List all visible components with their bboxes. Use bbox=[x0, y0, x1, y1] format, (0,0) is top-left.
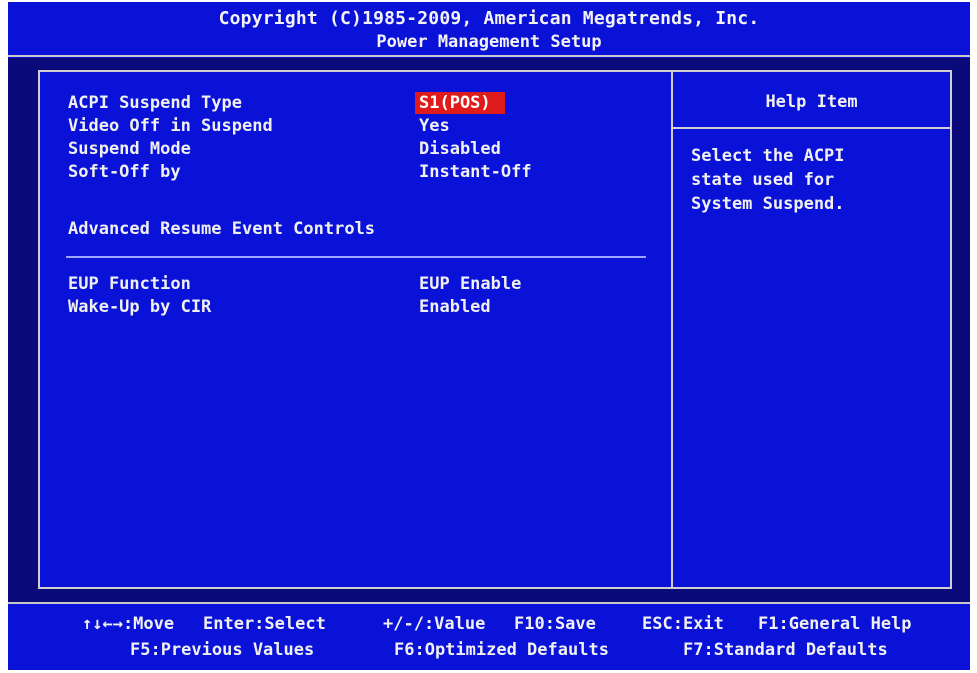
key-hint-save: F10:Save bbox=[514, 614, 596, 634]
help-pane: Help Item Select the ACPI state used for… bbox=[673, 72, 950, 587]
help-title: Help Item bbox=[765, 92, 858, 112]
header-bar: Copyright (C)1985-2009, American Megatre… bbox=[8, 2, 970, 58]
key-hint-general-help: F1:General Help bbox=[758, 614, 912, 634]
advanced-resume-event-controls[interactable]: Advanced Resume Event Controls bbox=[68, 218, 375, 240]
key-hint-value: +/-/:Value bbox=[383, 614, 486, 634]
setting-label: EUP Function bbox=[68, 274, 191, 294]
setting-row-video-off-in-suspend[interactable]: Video Off in Suspend Yes bbox=[40, 115, 671, 137]
setting-value-selected[interactable]: S1(POS) bbox=[415, 92, 505, 114]
setting-label: Wake-Up by CIR bbox=[68, 297, 212, 317]
header-divider bbox=[8, 55, 970, 57]
help-text: Select the ACPI state used for System Su… bbox=[691, 144, 845, 216]
setting-label: Suspend Mode bbox=[68, 139, 191, 159]
footer-divider bbox=[8, 602, 970, 604]
setting-value[interactable]: Disabled bbox=[415, 138, 505, 160]
section-divider bbox=[66, 256, 646, 258]
setting-row-soft-off-by[interactable]: Soft-Off by Instant-Off bbox=[40, 161, 671, 183]
help-divider bbox=[673, 127, 950, 129]
setting-value[interactable]: Yes bbox=[415, 115, 454, 137]
page-title: Power Management Setup bbox=[376, 32, 602, 52]
setting-row-wake-up-by-cir[interactable]: Wake-Up by CIR Enabled bbox=[40, 296, 671, 318]
copyright-text: Copyright (C)1985-2009, American Megatre… bbox=[218, 8, 760, 29]
setting-value[interactable]: Enabled bbox=[415, 296, 495, 318]
setting-value[interactable]: Instant-Off bbox=[415, 161, 536, 183]
setting-row-eup-function[interactable]: EUP Function EUP Enable bbox=[40, 273, 671, 295]
key-hint-exit: ESC:Exit bbox=[642, 614, 724, 634]
main-frame: ACPI Suspend Type S1(POS) Video Off in S… bbox=[38, 70, 952, 589]
setting-row-suspend-mode[interactable]: Suspend Mode Disabled bbox=[40, 138, 671, 160]
help-line: state used for bbox=[691, 170, 835, 190]
setting-row-acpi-suspend-type[interactable]: ACPI Suspend Type S1(POS) bbox=[40, 92, 671, 114]
setting-label: Video Off in Suspend bbox=[68, 116, 273, 136]
setting-value[interactable]: EUP Enable bbox=[415, 273, 525, 295]
key-hint-standard-defaults: F7:Standard Defaults bbox=[683, 640, 888, 660]
key-hint-previous-values: F5:Previous Values bbox=[130, 640, 315, 660]
key-hint-select: Enter:Select bbox=[203, 614, 326, 634]
settings-pane: ACPI Suspend Type S1(POS) Video Off in S… bbox=[40, 72, 671, 587]
key-hint-optimized-defaults: F6:Optimized Defaults bbox=[394, 640, 609, 660]
footer-bar: ↑↓←→:Move Enter:Select +/-/:Value F10:Sa… bbox=[8, 602, 970, 670]
help-line: Select the ACPI bbox=[691, 146, 845, 166]
help-line: System Suspend. bbox=[691, 194, 845, 214]
bios-screen: Copyright (C)1985-2009, American Megatre… bbox=[8, 2, 970, 670]
key-hint-move: ↑↓←→:Move bbox=[82, 614, 175, 634]
setting-label: Soft-Off by bbox=[68, 162, 181, 182]
setting-label: ACPI Suspend Type bbox=[68, 93, 242, 113]
